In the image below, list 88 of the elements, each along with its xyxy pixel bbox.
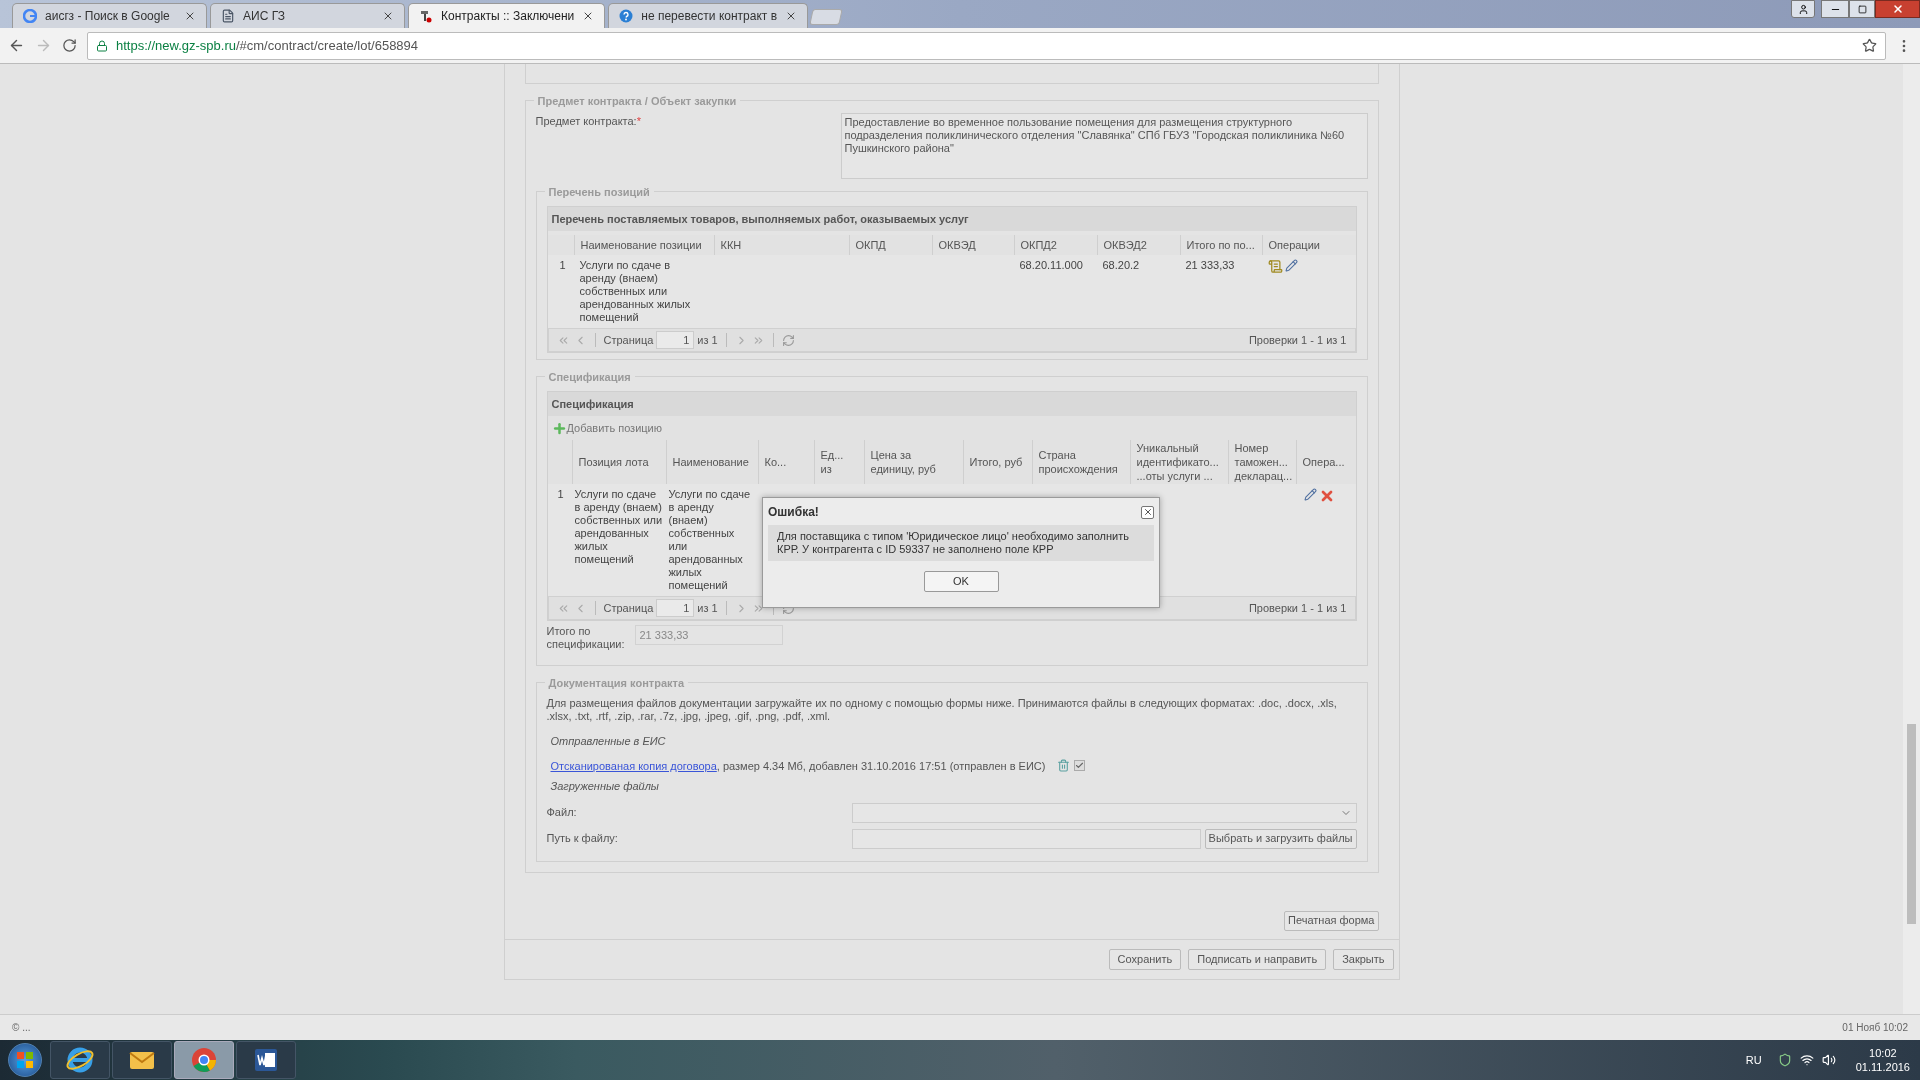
pager-summary: Проверки 1 - 1 из 1 — [1248, 600, 1347, 616]
table-cell-text: 68.20.11.000 — [1018, 259, 1084, 273]
taskbar-app-button[interactable] — [50, 1041, 110, 1079]
page-count: из 1 — [697, 332, 718, 348]
person-icon — [1797, 3, 1809, 15]
path-field[interactable] — [851, 828, 1201, 849]
restore-button[interactable] — [1849, 0, 1875, 18]
taskbar-app-button[interactable] — [236, 1041, 296, 1079]
taskbar-app-button[interactable] — [112, 1041, 172, 1079]
print-form-button[interactable]: Печатная форма — [1284, 910, 1379, 931]
close-tab-icon[interactable] — [184, 10, 196, 22]
hammer-icon — [419, 9, 433, 23]
table-cell-text: Услуги по сдаче в аренду (внаем) собственных или арендованных жилых помещений — [573, 488, 664, 567]
action-button[interactable]: Подписать и направить — [1188, 948, 1327, 970]
table-cell-text: Услуги по сдаче в аренду (внаем) собственных или арендованных жилых помещений — [667, 488, 752, 592]
plus-icon — [551, 420, 567, 436]
browser-tab[interactable]: аисгз - Поиск в Google — [12, 3, 207, 28]
file-details: , размер 4.34 Мб, добавлен 31.10.2016 17:51 (отправлен в ЕИС) — [716, 758, 1046, 774]
trash-icon[interactable] — [1057, 759, 1071, 773]
edit-icon[interactable] — [1303, 488, 1317, 501]
upload-button[interactable]: Выбрать и загрузить файлы — [1204, 828, 1357, 849]
uploaded-files-heading: Загруженные файлы — [550, 779, 660, 794]
minimize-button[interactable] — [1821, 0, 1849, 18]
section-legend: Спецификация — [544, 369, 635, 386]
help-icon — [619, 9, 634, 23]
close-tab-icon[interactable] — [785, 10, 797, 22]
reload-icon[interactable] — [62, 38, 77, 53]
close-icon — [1891, 3, 1904, 15]
total-label: Итого по спецификации: — [546, 625, 626, 651]
page-label: Страница — [603, 600, 654, 616]
table-cell-text: 68.20.2 — [1101, 259, 1141, 273]
page-field[interactable]: 1 — [656, 331, 695, 349]
table-cell-text: 21 333,33 — [1184, 259, 1236, 273]
path-label: Путь к файлу: — [546, 831, 619, 847]
clock-date[interactable]: 01.11.2016 — [1855, 1060, 1910, 1074]
error-message: Для поставщика с типом 'Юридическое лицо' необходимо заполнить КРР. У контрагента с ID 59337 не заполнено поле КРР — [777, 530, 1130, 556]
row-number: 1 — [556, 488, 565, 502]
google-icon — [23, 9, 37, 23]
status-date: 01 Нояб 10:02 — [1842, 1021, 1908, 1035]
subject-field[interactable]: Предоставление во временное пользование помещения для размещения структурного подразделения поликлинического отделения "Славянка" СПб ГБУЗ "Городская поликлиника №60 Пушкинского района" — [840, 113, 1368, 179]
browser-tab[interactable]: АИС ГЗ — [210, 3, 405, 28]
clock-time[interactable]: 10:02 — [1869, 1046, 1897, 1060]
grid-title-bar: Перечень поставляемых товаров, выполняемых работ, оказываемых услуг — [547, 207, 1356, 231]
chrome-icon — [189, 1045, 219, 1075]
network-icon[interactable] — [1799, 1053, 1814, 1067]
upload-instructions: Для размещения файлов документации загружайте их по одному с помощью формы ниже. Принимаются файлы в следующих форматах: .doc, .docx, .xls, .xlsx, .txt, .rtf, .zip, .rar, .7z, .jpg, .jpeg, .gif, .png, .pdf, .xml. — [546, 697, 1338, 723]
close-button[interactable] — [1141, 505, 1154, 519]
browser-tab[interactable]: не перевести контракт в — [608, 3, 808, 28]
ok-button[interactable]: OK — [923, 571, 999, 592]
start-icon — [16, 1051, 34, 1069]
refresh-icon[interactable] — [781, 333, 795, 347]
row-number: 1 — [558, 259, 567, 273]
page-field[interactable]: 1 — [656, 599, 695, 617]
profile-button[interactable] — [1791, 0, 1815, 18]
page-count: из 1 — [697, 600, 718, 616]
address-bar[interactable]: https://new.gz-spb.ru/#cm/contract/create/lot/658894 — [87, 31, 1886, 60]
bookmark-icon[interactable] — [1862, 38, 1877, 53]
scrollbar[interactable] — [1903, 64, 1920, 1014]
file-link[interactable]: Отсканированая копия договора — [550, 757, 717, 774]
start-button[interactable] — [8, 1043, 42, 1077]
back-icon[interactable] — [8, 37, 25, 54]
restore-icon — [1857, 4, 1867, 14]
subject-label: Предмет контракта:* — [535, 114, 642, 129]
sent-files-heading: Отправленные в ЕИС — [550, 734, 667, 749]
status-text: © ... — [12, 1021, 31, 1035]
page-label: Страница — [603, 332, 654, 348]
language-indicator[interactable]: RU — [1745, 1051, 1762, 1069]
lock-icon — [96, 39, 108, 52]
action-button[interactable]: Закрыть — [1333, 948, 1394, 970]
shield-icon[interactable] — [1777, 1053, 1792, 1067]
action-button[interactable]: Сохранить — [1108, 948, 1182, 970]
scroll-icon[interactable] — [1267, 259, 1283, 274]
edit-icon[interactable] — [1284, 259, 1298, 272]
browser-e-icon — [65, 1045, 95, 1075]
section-legend: Предмет контракта / Объект закупки — [533, 93, 741, 110]
browser-tab[interactable]: Контракты :: Заключени — [408, 3, 606, 28]
volume-icon[interactable] — [1821, 1053, 1836, 1067]
grid-title-bar: Спецификация — [547, 392, 1356, 416]
add-position-button[interactable]: Добавить позицию — [551, 419, 662, 437]
close-tab-icon[interactable] — [382, 10, 394, 22]
page-icon — [221, 9, 235, 23]
pager-summary: Проверки 1 - 1 из 1 — [1248, 332, 1347, 348]
file-checkbox[interactable] — [1074, 760, 1086, 772]
close-icon — [1142, 507, 1153, 517]
close-button[interactable] — [1875, 0, 1920, 18]
dialog-title: Ошибка! — [768, 504, 819, 521]
file-label: Файл: — [546, 805, 578, 821]
table-cell-text: Услуги по сдаче в аренду (внаем) собственных или арендованных жилых помещений — [578, 259, 692, 324]
